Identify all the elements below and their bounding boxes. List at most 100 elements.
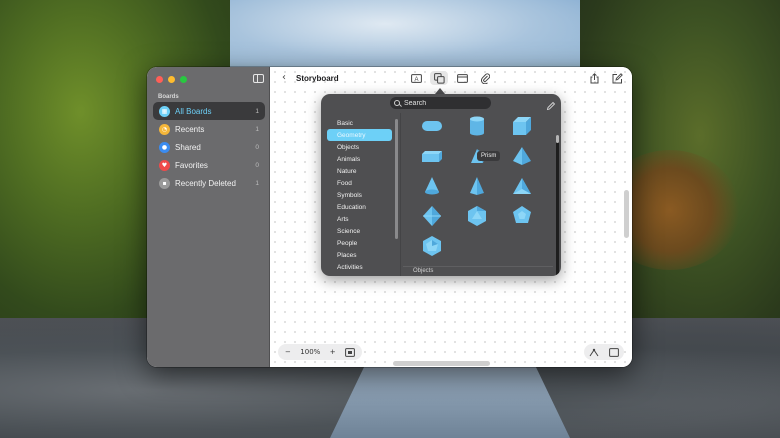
sidebar-item-all-boards[interactable]: ▦ All Boards 1	[153, 102, 265, 120]
sidebar-item-recently-deleted[interactable]: ▪ Recently Deleted 1	[153, 174, 265, 192]
window-resize-handle[interactable]	[624, 190, 629, 238]
minimize-button[interactable]	[168, 76, 175, 83]
svg-text:A: A	[414, 77, 418, 83]
category-animals[interactable]: Animals	[321, 153, 400, 165]
rectangular-prism-icon	[422, 151, 442, 162]
text-box-button[interactable]: A	[407, 71, 425, 85]
sidebar-toggle-icon[interactable]	[253, 74, 264, 83]
fit-to-screen-icon[interactable]	[345, 347, 355, 357]
capsule-icon	[422, 121, 442, 131]
category-list: Basic Geometry Objects Animals Nature Fo…	[321, 113, 400, 273]
trash-icon: ▪	[159, 177, 170, 189]
sidebar-item-label: All Boards	[175, 106, 212, 116]
category-arts[interactable]: Arts	[321, 213, 400, 225]
sidebar: Boards ▦ All Boards 1 ◔ Recents 1 ● Shar…	[147, 67, 270, 367]
shape-rectangular-prism[interactable]	[419, 143, 445, 169]
connector-icon[interactable]	[589, 348, 599, 357]
dodecahedron-icon	[513, 206, 531, 223]
board-title: Storyboard	[296, 74, 339, 83]
category-objects[interactable]: Objects	[321, 141, 400, 153]
sidebar-item-recents[interactable]: ◔ Recents 1	[153, 120, 265, 138]
sidebar-item-shared[interactable]: ● Shared 0	[153, 138, 265, 156]
insert-toolbar: A	[407, 71, 494, 85]
clock-icon: ◔	[159, 123, 170, 135]
cylinder-icon	[470, 116, 484, 136]
icosahedron-icon	[468, 206, 486, 226]
attachment-button[interactable]	[476, 71, 494, 85]
category-education[interactable]: Education	[321, 201, 400, 213]
compose-icon	[612, 72, 623, 83]
category-activities[interactable]: Activities	[321, 261, 400, 273]
shape-cylinder[interactable]	[464, 113, 490, 139]
share-icon	[590, 72, 598, 83]
shape-tetrahedron[interactable]	[509, 173, 535, 199]
compose-button[interactable]	[608, 71, 626, 85]
toolbar-right	[585, 71, 626, 85]
shapes-popover: Basic Geometry Objects Animals Nature Fo…	[321, 94, 561, 276]
attachment-icon	[480, 72, 490, 84]
shapes-button[interactable]	[430, 71, 448, 85]
sidebar-item-count: 0	[255, 143, 259, 151]
category-places[interactable]: Places	[321, 249, 400, 261]
home-indicator	[393, 361, 490, 366]
shape-cone[interactable]	[419, 173, 445, 199]
category-people[interactable]: People	[321, 237, 400, 249]
sidebar-item-count: 1	[255, 107, 259, 115]
heart-icon: ♥	[159, 159, 170, 171]
zoom-button[interactable]	[180, 76, 187, 83]
sidebar-item-favorites[interactable]: ♥ Favorites 0	[153, 156, 265, 174]
sidebar-item-label: Recents	[175, 124, 205, 134]
shape-polyhedron[interactable]	[419, 233, 445, 259]
shape-octahedron[interactable]	[419, 203, 445, 229]
window-controls	[156, 76, 187, 83]
close-button[interactable]	[156, 76, 163, 83]
next-section-label: Objects	[413, 268, 434, 274]
sidebar-item-count: 1	[255, 125, 259, 133]
sidebar-item-label: Shared	[175, 142, 201, 152]
shape-icosahedron[interactable]	[464, 203, 490, 229]
draw-shape-button[interactable]	[546, 98, 556, 111]
freeform-window: Boards ▦ All Boards 1 ◔ Recents 1 ● Shar…	[147, 67, 632, 367]
back-button[interactable]: ‹	[278, 72, 290, 84]
canvas-options	[584, 344, 624, 360]
shape-search[interactable]	[390, 97, 491, 109]
cube-icon	[513, 117, 531, 135]
shape-dodecahedron[interactable]	[509, 203, 535, 229]
section-divider	[403, 266, 553, 267]
sidebar-item-count: 1	[255, 179, 259, 187]
category-symbols[interactable]: Symbols	[321, 189, 400, 201]
zoom-in-button[interactable]: +	[330, 348, 336, 356]
shape-grid-scroll-thumb[interactable]	[556, 135, 559, 143]
category-scrollbar[interactable]	[395, 119, 398, 239]
shape-cube[interactable]	[509, 113, 535, 139]
category-food[interactable]: Food	[321, 177, 400, 189]
pyramid-icon	[513, 147, 531, 165]
shape-capsule[interactable]	[419, 113, 445, 139]
category-science[interactable]: Science	[321, 225, 400, 237]
board-icon: ▦	[159, 105, 170, 117]
shape-grid: Prism	[403, 113, 561, 276]
polyhedron-icon	[423, 236, 441, 256]
media-icon	[456, 73, 468, 83]
category-geometry[interactable]: Geometry	[327, 129, 392, 141]
category-nature[interactable]: Nature	[321, 165, 400, 177]
shape-search-input[interactable]	[404, 99, 484, 107]
sidebar-list: ▦ All Boards 1 ◔ Recents 1 ● Shared 0 ♥ …	[153, 102, 265, 192]
zoom-level[interactable]: 100%	[300, 348, 320, 356]
shape-grid-scrollbar[interactable]	[556, 135, 559, 276]
board-canvas[interactable]: ‹ Storyboard A Search Basic Geometry Obj…	[270, 67, 632, 367]
media-button[interactable]	[453, 71, 471, 85]
shape-triangular-pyramid[interactable]	[464, 173, 490, 199]
triangular-pyramid-icon	[470, 177, 484, 195]
sidebar-heading: Boards	[158, 94, 179, 100]
octahedron-icon	[423, 206, 441, 226]
zoom-out-button[interactable]: −	[285, 348, 291, 356]
tetrahedron-icon	[513, 178, 531, 194]
shapes-icon	[433, 72, 445, 84]
cone-icon	[425, 177, 439, 195]
category-basic[interactable]: Basic	[321, 117, 400, 129]
grid-view-icon[interactable]	[609, 347, 619, 357]
category-panel: Basic Geometry Objects Animals Nature Fo…	[321, 113, 401, 276]
shape-square-pyramid[interactable]	[509, 143, 535, 169]
share-button[interactable]	[585, 71, 603, 85]
